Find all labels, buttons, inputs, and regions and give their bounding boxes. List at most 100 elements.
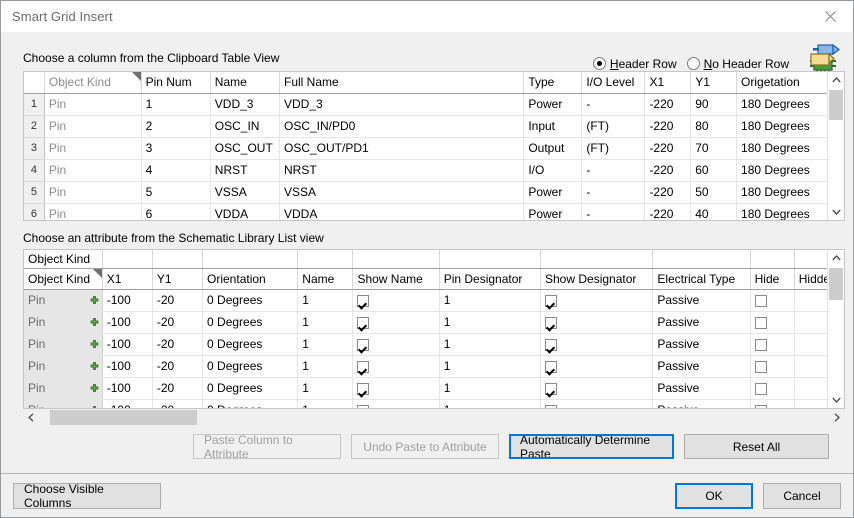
cell-show-designator[interactable] <box>540 289 654 312</box>
cell-type[interactable]: I/O <box>523 159 583 182</box>
cell-object-kind[interactable]: Pin <box>44 159 142 182</box>
table-row[interactable]: Pin-100-200 Degrees11Passive <box>24 355 844 378</box>
table-row[interactable]: 4 Pin 4 NRST NRST I/O - -220 60 180 Degrees <box>24 159 844 182</box>
row-number-cell[interactable]: 3 <box>24 137 45 160</box>
col2-header-hide[interactable]: Hide <box>750 268 795 290</box>
cell-name[interactable]: 1 <box>297 377 354 400</box>
cell-full-name[interactable]: OSC_OUT/PD1 <box>279 137 525 160</box>
row-number-cell[interactable]: 1 <box>24 93 45 116</box>
checkbox[interactable] <box>545 360 557 373</box>
group-header-blank-2[interactable] <box>152 250 204 269</box>
checkbox[interactable] <box>545 338 557 351</box>
group-header-blank-5[interactable] <box>352 250 440 269</box>
cell-type[interactable]: Output <box>523 137 583 160</box>
col-header-full-name[interactable]: Full Name <box>279 72 525 94</box>
col2-header-x1[interactable]: X1 <box>102 268 153 290</box>
cell-type[interactable]: Power <box>523 203 583 220</box>
cell-show-designator[interactable] <box>540 355 654 378</box>
col-header-rownum[interactable] <box>24 72 45 94</box>
cell-show-name[interactable] <box>352 289 440 312</box>
cell-full-name[interactable]: NRST <box>279 159 525 182</box>
table-row[interactable]: Pin-100-200 Degrees11Passive <box>24 289 844 312</box>
cell-pin-designator[interactable]: 1 <box>439 289 542 312</box>
group-header-blank-4[interactable] <box>297 250 354 269</box>
scrollbar-thumb[interactable] <box>829 268 843 300</box>
cell-y1[interactable]: 40 <box>690 203 738 220</box>
cell-show-designator[interactable] <box>540 399 654 408</box>
cell-x1[interactable]: -100 <box>102 399 153 408</box>
group-header-blank-9[interactable] <box>750 250 795 269</box>
cell-orientation[interactable]: 0 Degrees <box>202 333 299 356</box>
cell-object-kind[interactable]: Pin <box>44 181 142 204</box>
cell-y1[interactable]: -20 <box>152 355 204 378</box>
cell-y1[interactable]: 60 <box>690 159 738 182</box>
ok-button[interactable]: OK <box>675 482 753 509</box>
checkbox[interactable] <box>357 294 370 307</box>
reset-all-button[interactable]: Reset All <box>684 434 829 459</box>
clipboard-table-view[interactable]: Object Kind Pin Num Name Full Name Type … <box>23 71 845 221</box>
cell-io-level[interactable]: - <box>581 159 646 182</box>
cell-name[interactable]: 1 <box>297 355 354 378</box>
cell-orientation[interactable]: 0 Degrees <box>202 355 299 378</box>
cell-io-level[interactable]: - <box>581 93 646 116</box>
cell-hide[interactable] <box>750 289 795 312</box>
cell-y1[interactable]: -20 <box>152 333 204 356</box>
group-header-blank-3[interactable] <box>202 250 299 269</box>
cell-y1[interactable]: -20 <box>152 399 204 408</box>
cell-x1[interactable]: -100 <box>102 311 153 334</box>
cell-show-name[interactable] <box>352 355 440 378</box>
col2-header-name[interactable]: Name <box>297 268 354 290</box>
checkbox[interactable] <box>545 382 557 395</box>
checkbox[interactable] <box>754 382 767 395</box>
cell-orientation[interactable]: 0 Degrees <box>202 399 299 408</box>
cell-orientation[interactable]: 0 Degrees <box>202 311 299 334</box>
cell-electrical-type[interactable]: Passive <box>652 377 751 400</box>
col-header-x1[interactable]: X1 <box>644 72 692 94</box>
cell-pin-num[interactable]: 5 <box>141 181 211 204</box>
cell-object-kind[interactable]: Pin <box>24 333 103 356</box>
cell-full-name[interactable]: VDDA <box>279 203 525 220</box>
radio-no-header-row[interactable]: No Header Row <box>686 57 789 71</box>
col2-header-electrical-type[interactable]: Electrical Type <box>652 268 751 290</box>
cell-hide[interactable] <box>750 399 795 408</box>
scroll-up-icon[interactable] <box>828 72 844 88</box>
cell-show-designator[interactable] <box>540 377 654 400</box>
col2-header-y1[interactable]: Y1 <box>152 268 204 290</box>
group-header-blank-6[interactable] <box>439 250 542 269</box>
cell-name[interactable]: VDD_3 <box>210 93 281 116</box>
col-header-pin-num[interactable]: Pin Num <box>141 72 211 94</box>
cell-object-kind[interactable]: Pin <box>44 93 142 116</box>
cell-electrical-type[interactable]: Passive <box>652 355 751 378</box>
cell-name[interactable]: OSC_OUT <box>210 137 281 160</box>
choose-visible-columns-button[interactable]: Choose Visible Columns <box>13 482 161 510</box>
group-header-blank-1[interactable] <box>102 250 153 269</box>
cell-x1[interactable]: -220 <box>644 137 692 160</box>
cell-name[interactable]: 1 <box>297 311 354 334</box>
table-row[interactable]: Pin-100-200 Degrees11Passive <box>24 333 844 356</box>
clipboard-table-vertical-scrollbar[interactable] <box>827 72 844 220</box>
table-row[interactable]: 2 Pin 2 OSC_IN OSC_IN/PD0 Input (FT) -220 80 180 … <box>24 115 844 138</box>
cell-pin-designator[interactable]: 1 <box>439 355 542 378</box>
cell-show-designator[interactable] <box>540 311 654 334</box>
table-row[interactable]: 6 Pin 6 VDDA VDDA Power - -220 40 180 Degrees <box>24 203 844 220</box>
checkbox[interactable] <box>357 316 370 329</box>
cell-electrical-type[interactable]: Passive <box>652 311 751 334</box>
scroll-up-icon[interactable] <box>828 250 844 266</box>
cell-orientation[interactable]: 0 Degrees <box>202 377 299 400</box>
col-header-object-kind[interactable]: Object Kind <box>44 72 142 94</box>
cell-object-kind[interactable]: Pin <box>24 377 103 400</box>
cell-show-designator[interactable] <box>540 333 654 356</box>
table-row[interactable]: Pin-100-200 Degrees11Passive <box>24 399 844 408</box>
cell-object-kind[interactable]: Pin <box>24 355 103 378</box>
cell-electrical-type[interactable]: Passive <box>652 399 751 408</box>
scroll-left-icon[interactable] <box>23 409 39 426</box>
cell-object-kind[interactable]: Pin <box>44 203 142 220</box>
table-row[interactable]: 3 Pin 3 OSC_OUT OSC_OUT/PD1 Output (FT) -220 70 1… <box>24 137 844 160</box>
radio-header-row[interactable]: Header Row <box>592 57 677 71</box>
checkbox[interactable] <box>754 294 767 307</box>
cell-y1[interactable]: -20 <box>152 311 204 334</box>
scroll-down-icon[interactable] <box>828 392 844 408</box>
cancel-button[interactable]: Cancel <box>763 482 841 509</box>
cell-electrical-type[interactable]: Passive <box>652 289 751 312</box>
cell-show-name[interactable] <box>352 377 440 400</box>
